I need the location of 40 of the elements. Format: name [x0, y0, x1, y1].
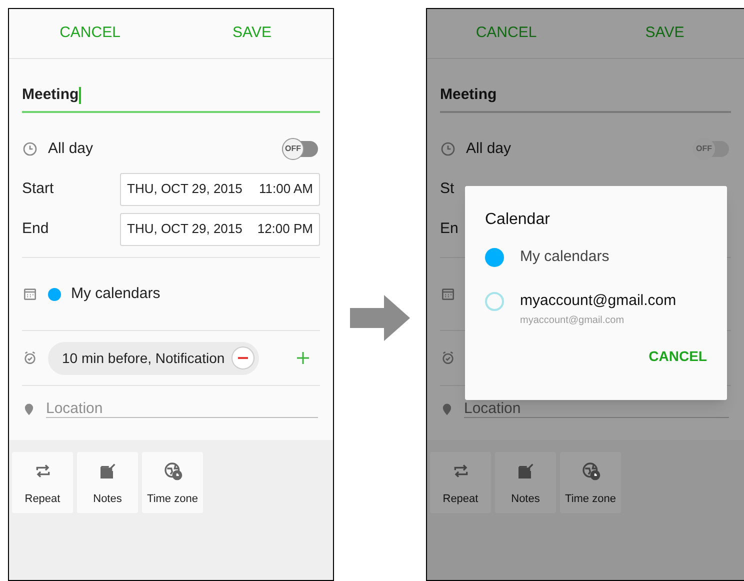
calendar-option[interactable]: My calendars: [520, 246, 610, 268]
calendar-icon: [22, 286, 38, 302]
account-subtitle: myaccount@gmail.com: [520, 314, 626, 328]
start-label: St: [440, 178, 456, 199]
calendar-icon: [440, 286, 456, 302]
notes-option[interactable]: Notes: [495, 452, 556, 513]
remove-icon: [230, 346, 255, 370]
alarm-clock-icon: [440, 350, 456, 366]
add-icon[interactable]: [294, 349, 312, 367]
end-label: End: [22, 218, 50, 239]
clock-icon: [22, 141, 38, 157]
notes-option[interactable]: Notes: [77, 452, 138, 513]
globe-clock-icon: [162, 460, 182, 480]
text-cursor: [78, 86, 81, 104]
start-datetime-field[interactable]: THU, OCT 29, 2015 11:00 AM: [120, 172, 320, 206]
clock-icon: [440, 141, 456, 157]
timezone-option[interactable]: Time zone: [142, 452, 203, 513]
location-pin-icon: [22, 402, 36, 416]
alarm-clock-icon: [22, 350, 38, 366]
calendar-selector[interactable]: My calendars: [71, 282, 160, 306]
title-field[interactable]: Meeting: [22, 79, 320, 113]
repeat-option[interactable]: Repeat: [430, 452, 491, 513]
all-day-label: All day: [466, 138, 512, 159]
location-pin-icon: [440, 402, 454, 416]
all-day-toggle[interactable]: OFF: [282, 141, 318, 157]
all-day-label: All day: [48, 138, 94, 159]
timezone-option[interactable]: Time zone: [560, 452, 621, 513]
dialog-title: Calendar: [485, 210, 551, 230]
radio-button[interactable]: [485, 292, 504, 311]
arrow-icon: [350, 295, 410, 341]
globe-clock-icon: [580, 460, 600, 480]
repeat-option[interactable]: Repeat: [12, 452, 73, 513]
end-datetime-field[interactable]: THU, OCT 29, 2015 12:00 PM: [120, 212, 320, 246]
title-field[interactable]: Meeting: [440, 79, 731, 113]
location-field[interactable]: Location: [464, 400, 729, 417]
start-label: Start: [22, 178, 55, 199]
reminder-chip[interactable]: 10 min before, Notification: [48, 342, 259, 374]
radio-button[interactable]: [485, 248, 504, 267]
location-field[interactable]: Location: [46, 400, 318, 417]
calendar-option[interactable]: myaccount@gmail.com: [520, 290, 676, 312]
